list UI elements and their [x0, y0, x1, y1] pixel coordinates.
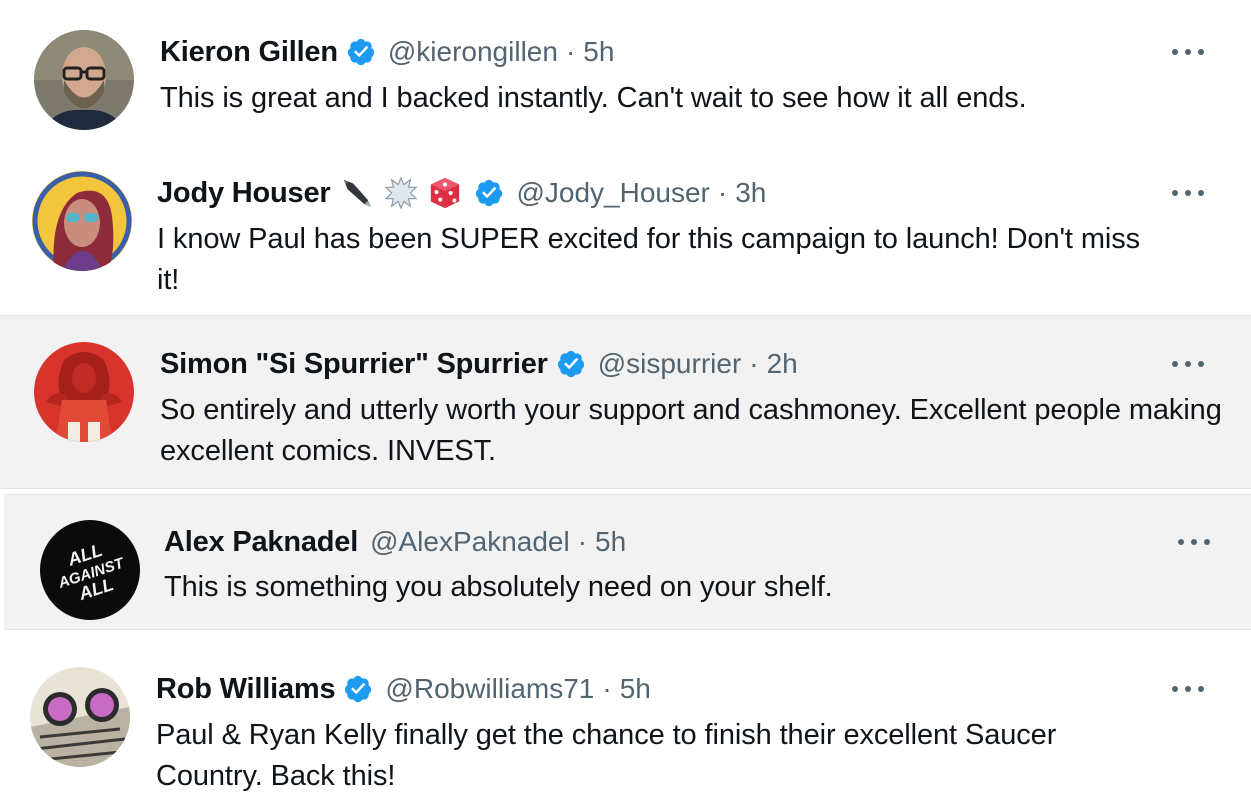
more-dot-icon [1204, 539, 1210, 545]
author-name[interactable]: Alex Paknadel [164, 526, 358, 559]
tweet-text: This is something you absolutely need on… [164, 571, 833, 603]
author-handle[interactable]: @Jody_Houser [516, 177, 709, 209]
tweet-text: This is great and I backed instantly. Ca… [160, 82, 1027, 114]
avatar[interactable] [32, 171, 132, 271]
tweet-header: Jody Houser @Jody_Houser · 3h [157, 173, 766, 213]
die-icon [431, 177, 460, 209]
more-dot-icon [1185, 361, 1191, 367]
tweet-jody-houser[interactable]: Jody Houser @Jody_Houser · 3h I know Pau… [0, 150, 1251, 315]
separator-dot: · [717, 177, 728, 208]
separator-dot: · [577, 526, 588, 557]
timestamp[interactable]: 3h [735, 177, 766, 209]
author-handle[interactable]: @sispurrier [598, 348, 742, 380]
tweet-text: So entirely and utterly worth your suppo… [160, 394, 1222, 467]
tweet-header: Alex Paknadel @AlexPaknadel · 5h [164, 522, 626, 562]
more-dot-icon [1172, 190, 1178, 196]
avatar-comic-icon [30, 667, 130, 767]
avatar-photo-icon [34, 342, 134, 442]
avatar[interactable]: ALL AGAINST ALL [40, 520, 140, 620]
fountain-pen-icon [344, 179, 372, 208]
timestamp[interactable]: 5h [620, 673, 651, 705]
tweet-header: Rob Williams @Robwilliams71 · 5h [156, 669, 651, 709]
avatar-logo-icon: ALL AGAINST ALL [40, 520, 140, 620]
author-name[interactable]: Simon "Si Spurrier" Spurrier [160, 348, 548, 381]
separator-dot: · [749, 348, 759, 379]
avatar[interactable] [30, 667, 130, 767]
author-handle[interactable]: @kierongillen [388, 36, 558, 68]
verified-badge-icon [345, 675, 372, 703]
more-options-button[interactable] [1168, 354, 1208, 374]
more-dot-icon [1198, 686, 1204, 692]
tweet-simon-spurrier[interactable]: Simon "Si Spurrier" Spurrier @sispurrier… [0, 315, 1251, 489]
avatar[interactable] [34, 342, 134, 442]
author-name[interactable]: Jody Houser [157, 177, 331, 210]
tweet-text: I know Paul has been SUPER excited for t… [157, 223, 1141, 296]
separator-dot: · [565, 36, 576, 67]
avatar[interactable] [34, 30, 134, 130]
tweet-alex-paknadel[interactable]: ALL AGAINST ALL Alex Paknadel @AlexPakna… [4, 494, 1251, 630]
author-name[interactable]: Rob Williams [156, 673, 336, 706]
author-handle[interactable]: @Robwilliams71 [385, 673, 594, 705]
separator-dot: · [602, 673, 612, 704]
avatar-illustration-icon [32, 171, 132, 271]
more-dot-icon [1172, 49, 1178, 55]
more-dot-icon [1198, 361, 1204, 367]
timestamp[interactable]: 5h [595, 526, 626, 558]
verified-badge-icon [347, 38, 374, 66]
more-dot-icon [1185, 190, 1191, 196]
more-dot-icon [1185, 49, 1191, 55]
more-options-button[interactable] [1168, 42, 1208, 62]
verified-badge-icon [557, 350, 584, 378]
more-dot-icon [1198, 49, 1204, 55]
timestamp[interactable]: 2h [767, 348, 798, 380]
tweet-rob-williams[interactable]: Rob Williams @Robwilliams71 · 5h Paul & … [0, 635, 1251, 807]
author-name[interactable]: Kieron Gillen [160, 36, 338, 69]
more-dot-icon [1172, 361, 1178, 367]
tweet-kieron-gillen[interactable]: Kieron Gillen @kierongillen · 5h This is… [0, 0, 1251, 150]
author-handle[interactable]: @AlexPaknadel [370, 526, 570, 558]
more-dot-icon [1178, 539, 1184, 545]
more-options-button[interactable] [1174, 532, 1214, 552]
more-dot-icon [1198, 190, 1204, 196]
timestamp[interactable]: 5h [583, 36, 614, 68]
more-options-button[interactable] [1168, 183, 1208, 203]
more-options-button[interactable] [1168, 679, 1208, 699]
tweet-text: Paul & Ryan Kelly finally get the chance… [156, 719, 1057, 792]
avatar-photo-icon [34, 30, 134, 130]
tweet-header: Kieron Gillen @kierongillen · 5h [160, 32, 614, 72]
verified-badge-icon [476, 179, 503, 207]
more-dot-icon [1185, 686, 1191, 692]
more-dot-icon [1172, 686, 1178, 692]
more-dot-icon [1191, 539, 1197, 545]
speech-burst-icon [384, 176, 418, 210]
tweet-header: Simon "Si Spurrier" Spurrier @sispurrier… [160, 344, 798, 384]
